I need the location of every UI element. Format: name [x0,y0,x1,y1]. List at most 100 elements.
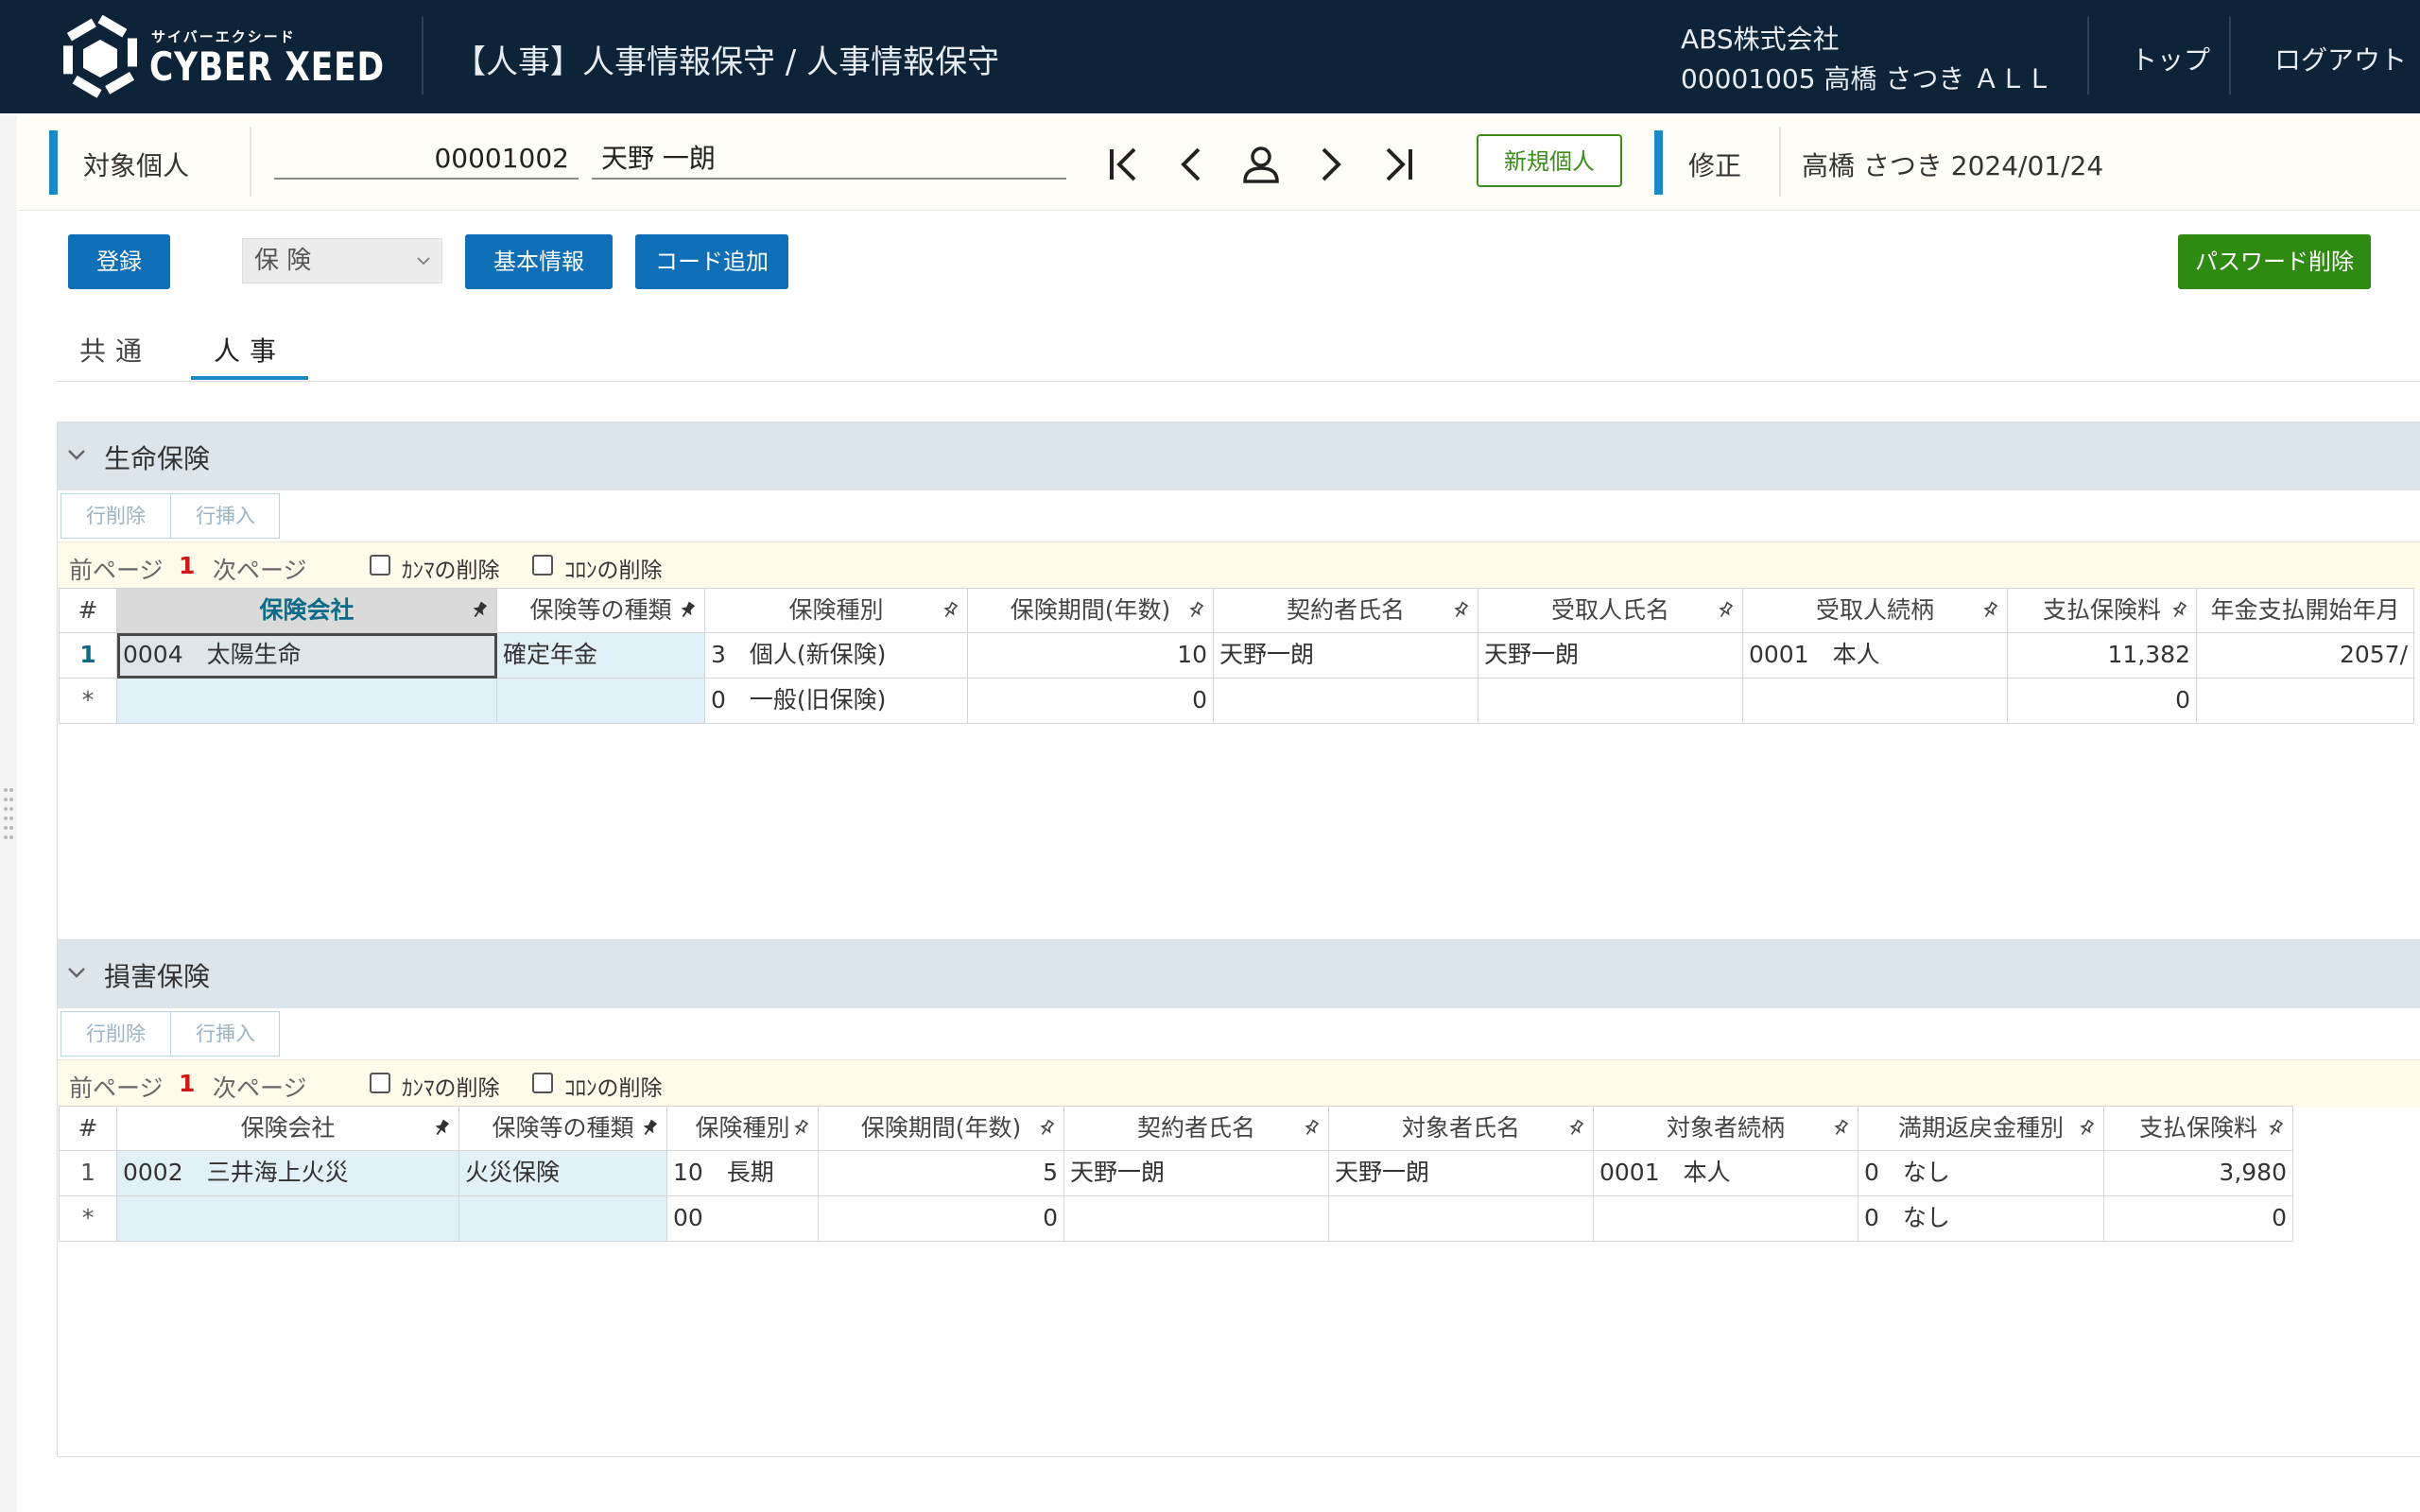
pin-icon[interactable] [1566,1119,1585,1138]
column-header[interactable]: 契約者氏名 [1064,1106,1329,1151]
column-header[interactable]: 保険会社 [117,1106,459,1151]
grid-cell[interactable]: 0004 太陽生命 [117,633,497,679]
pin-icon[interactable] [1037,1119,1056,1138]
pin-icon[interactable] [640,1119,659,1138]
grid-cell[interactable]: 0 なし [1858,1196,2104,1242]
grid-cell[interactable]: 確定年金 [497,633,705,679]
grid-cell[interactable]: 天野一朗 [1064,1151,1329,1196]
next-page-link[interactable]: 次ページ [213,552,307,586]
pin-icon[interactable] [470,601,489,620]
column-header-index[interactable]: # [59,1106,117,1151]
pin-icon[interactable] [1302,1119,1321,1138]
employee-code-field[interactable]: 00001002 [274,138,579,180]
column-header[interactable]: 保険種別 [705,588,968,633]
pin-icon[interactable] [678,601,697,620]
grid-cell[interactable]: 天野一朗 [1478,633,1743,679]
casualty-insurance-header[interactable] [58,940,2420,1008]
pin-icon[interactable] [2266,1119,2285,1138]
grid-cell[interactable]: 3,980 [2104,1151,2293,1196]
grid-cell[interactable]: 3 個人(新保険) [705,633,968,679]
colon-delete-checkbox[interactable] [532,555,553,576]
pin-icon[interactable] [1716,601,1735,620]
pin-icon[interactable] [1451,601,1470,620]
grid-cell[interactable]: 11,382 [2008,633,2197,679]
column-header-index[interactable]: # [59,588,117,633]
pin-icon[interactable] [432,1119,451,1138]
column-header[interactable]: 受取人氏名 [1478,588,1743,633]
grid-cell[interactable] [1743,679,2008,724]
grid-cell[interactable]: 0 一般(旧保険) [705,679,968,724]
pin-icon[interactable] [2169,601,2188,620]
column-header[interactable]: 保険期間(年数) [819,1106,1064,1151]
column-header[interactable]: 契約者氏名 [1214,588,1478,633]
column-header[interactable]: 保険会社 [117,588,497,633]
category-select[interactable]: 保 険 [242,238,442,284]
previous-record-icon[interactable] [1167,138,1219,191]
top-link[interactable]: トップ [2131,40,2210,77]
column-header[interactable]: 保険等の種類 [497,588,705,633]
grid-cell[interactable] [117,679,497,724]
grid-cell[interactable]: 0001 本人 [1743,633,2008,679]
insert-row-button[interactable]: 行挿入 [171,1012,280,1056]
column-header[interactable]: 保険等の種類 [459,1106,667,1151]
last-record-icon[interactable] [1371,138,1424,191]
grid-cell[interactable]: 00 [667,1196,819,1242]
life-insurance-header[interactable] [58,422,2420,490]
pin-icon[interactable] [1831,1119,1850,1138]
comma-delete-checkbox[interactable] [370,1073,390,1093]
grid-cell[interactable]: 10 長期 [667,1151,819,1196]
pin-icon[interactable] [941,601,959,620]
first-record-icon[interactable] [1098,138,1151,191]
collapse-chevron-icon[interactable] [66,962,87,983]
grid-cell[interactable]: 火災保険 [459,1151,667,1196]
grid-cell[interactable]: 0002 三井海上火災 [117,1151,459,1196]
column-header[interactable]: 支払保険料 [2008,588,2197,633]
tab-personnel[interactable]: 人事 [214,331,285,369]
pin-icon[interactable] [2077,1119,2096,1138]
cyber-xeed-logo-icon[interactable] [62,15,138,98]
pin-icon[interactable] [791,1119,810,1138]
pin-icon[interactable] [1980,601,1999,620]
register-button[interactable]: 登録 [68,234,170,289]
delete-row-button[interactable]: 行削除 [61,1012,171,1056]
grid-cell[interactable] [117,1196,459,1242]
column-header[interactable]: 受取人続柄 [1743,588,2008,633]
grid-cell[interactable] [459,1196,667,1242]
column-header[interactable]: 満期返戻金種別 [1858,1106,2104,1151]
prev-page-link[interactable]: 前ページ [69,1070,164,1104]
grid-cell[interactable] [1329,1196,1594,1242]
column-header[interactable]: 保険種別 [667,1106,819,1151]
insert-row-button[interactable]: 行挿入 [171,494,280,538]
column-header[interactable]: 年金支払開始年月 [2197,588,2414,633]
employee-name-field[interactable]: 天野 一朗 [592,138,1066,180]
grid-cell[interactable] [2197,679,2414,724]
logout-link[interactable]: ログアウト [2274,40,2407,77]
person-icon[interactable] [1235,138,1288,191]
grid-cell[interactable] [497,679,705,724]
grid-cell[interactable]: 0 [819,1196,1064,1242]
column-header[interactable]: 対象者続柄 [1594,1106,1858,1151]
grid-cell[interactable]: 天野一朗 [1329,1151,1594,1196]
grid-cell[interactable] [1478,679,1743,724]
column-header[interactable]: 支払保険料 [2104,1106,2293,1151]
grid-cell[interactable] [1594,1196,1858,1242]
column-header[interactable]: 保険期間(年数) [968,588,1214,633]
new-person-button[interactable]: 新規個人 [1477,134,1622,187]
grid-cell[interactable]: 10 [968,633,1214,679]
add-code-button[interactable]: コード追加 [635,234,788,289]
grid-cell[interactable]: 天野一朗 [1214,633,1478,679]
grid-cell[interactable]: 0 [2008,679,2197,724]
colon-delete-checkbox[interactable] [532,1073,553,1093]
grid-cell[interactable]: 5 [819,1151,1064,1196]
prev-page-link[interactable]: 前ページ [69,552,164,586]
delete-row-button[interactable]: 行削除 [61,494,171,538]
next-page-link[interactable]: 次ページ [213,1070,307,1104]
grid-cell[interactable]: 0 [2104,1196,2293,1242]
grid-cell[interactable]: 0 なし [1858,1151,2104,1196]
grid-cell[interactable]: 2057/ [2197,633,2414,679]
column-header[interactable]: 対象者氏名 [1329,1106,1594,1151]
grid-cell[interactable] [1214,679,1478,724]
grid-cell[interactable] [1064,1196,1329,1242]
next-record-icon[interactable] [1303,138,1356,191]
grid-cell[interactable]: 0 [968,679,1214,724]
